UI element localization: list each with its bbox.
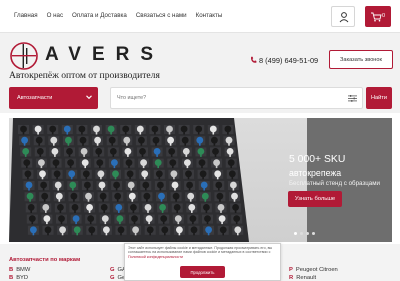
brand-letter: P [289,267,293,273]
hero-description: Бесплатный стенд с образцами [289,180,380,187]
slogan: Автокрепёж оптом от производителя [9,70,160,81]
brand-letter: B [9,267,14,273]
brand-letter: G [110,275,115,281]
hero-title: 5 000+ SKU [289,154,346,165]
logo-text[interactable]: AVERS [45,44,164,66]
brand-link[interactable]: P Peugeot Citroen [289,267,338,273]
learn-more-button[interactable]: Узнать больше [288,191,342,207]
nav-home[interactable]: Главная [14,12,38,19]
account-button[interactable] [331,6,355,27]
hero-subtitle: автокрепежа [289,168,342,178]
phone-number[interactable]: 8 (499) 649-51-09 [259,56,318,65]
slider-dots [294,232,315,235]
slider-dot[interactable] [312,232,315,235]
catalog-dropdown[interactable]: Автозапчасти [9,87,98,109]
brand-link[interactable]: B BMW [9,267,30,273]
chevron-down-icon [86,95,92,100]
find-button[interactable]: Найти [366,87,392,109]
brand-name: BMW [16,267,31,273]
nav-contacts[interactable]: Контакты [196,12,223,19]
brand-link[interactable]: R Renault [289,275,316,281]
cookie-notice: Этот сайт использует файлы cookie и мета… [124,243,281,281]
brand-letter: B [9,275,14,281]
cart-button[interactable]: 0 [365,6,391,27]
fastener-board-image [9,118,249,242]
filter-icon[interactable] [348,95,357,102]
nav-about[interactable]: О нас [47,12,63,19]
brands-title: Автозапчасти по маркам [9,257,81,263]
brand-name: BYD [16,275,29,281]
brand-name: Peugeot Citroen [295,267,338,273]
cart-icon [371,12,382,22]
brand-letter: G [110,267,115,273]
brand-link[interactable]: B BYD [9,275,28,281]
slider-dot[interactable] [306,232,309,235]
privacy-policy-link[interactable]: Политикой конфиденциальности [128,255,183,259]
catalog-label: Автозапчасти [17,95,53,101]
search-input[interactable] [110,87,363,109]
callback-button[interactable]: Заказать звонок [329,50,393,69]
hero-photo [9,118,307,242]
nav-payment-delivery[interactable]: Оплата и Доставка [72,12,127,19]
brand-name: Renault [296,275,317,281]
top-navigation: Главная О нас Оплата и Доставка Связатьс… [14,12,222,19]
logo-mark-icon[interactable] [9,41,39,71]
user-icon [339,12,349,23]
cookie-accept-button[interactable]: Продолжить [180,266,225,278]
nav-contact-us[interactable]: Связаться с нами [136,12,187,19]
brand-letter: R [289,275,294,281]
slider-dot[interactable] [294,232,297,235]
cart-count: 0 [382,13,386,19]
slider-dot[interactable] [300,232,303,235]
phone-icon [251,56,257,63]
cookie-text: Этот сайт использует файлы cookie и мета… [128,246,273,259]
